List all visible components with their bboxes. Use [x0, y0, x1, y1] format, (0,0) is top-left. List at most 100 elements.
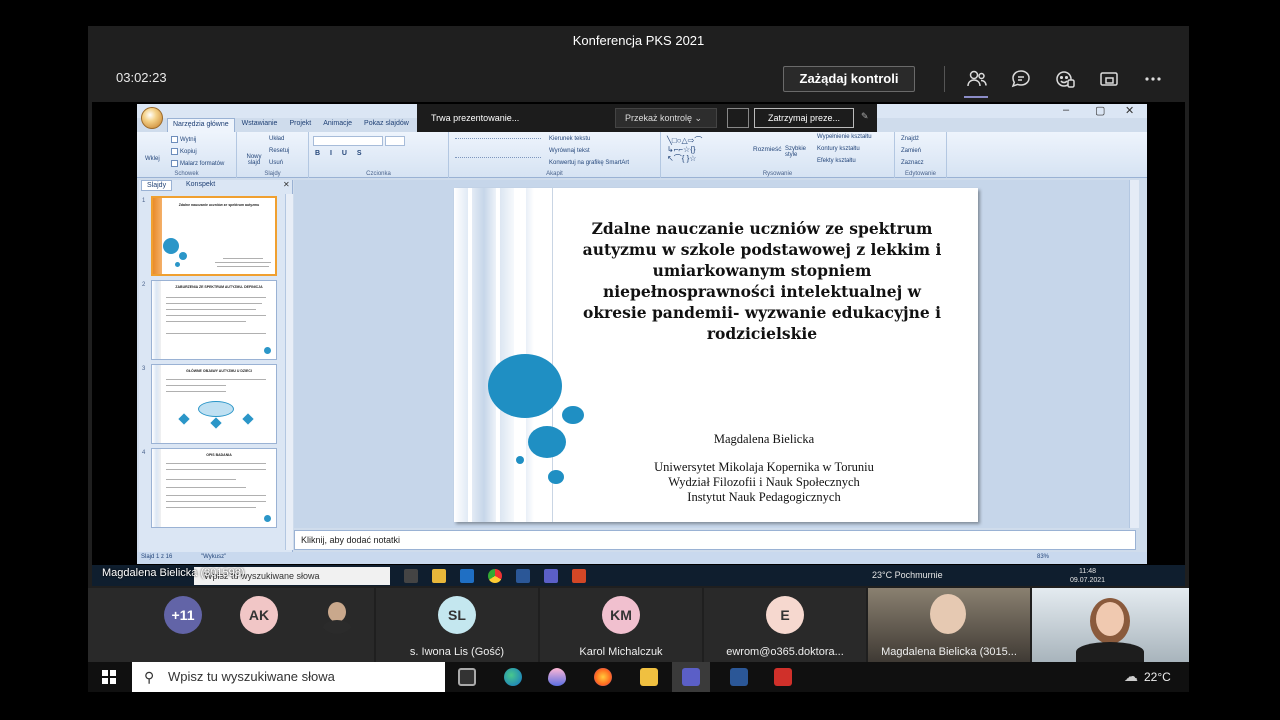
format-painter-button[interactable]: Malarz formatów	[171, 160, 224, 167]
thumb-title: Zdalne nauczanie uczniów ze spektrum aut…	[178, 203, 260, 207]
teams-icon[interactable]	[544, 569, 558, 583]
slide-thumbnail[interactable]: GŁÓWNE OBJAWY AUTYZMU U DZIECI	[151, 364, 277, 444]
arrange-button[interactable]: Rozmieść	[753, 146, 782, 153]
thumb-diagram-arrow	[242, 413, 254, 425]
participant-video-tile[interactable]: Magdalena Bielicka (3015...	[868, 588, 1030, 662]
self-video-tile[interactable]	[1032, 588, 1189, 662]
find-button[interactable]: Znajdź	[901, 136, 919, 142]
tab-insert[interactable]: Wstawianie	[237, 118, 283, 132]
task-view-icon[interactable]	[404, 569, 418, 583]
office-button-icon[interactable]	[141, 107, 163, 129]
text-direction-button[interactable]: Kierunek tekstu	[549, 136, 590, 142]
shape-outline-button[interactable]: Kontury kształtu	[817, 146, 860, 152]
task-view-icon[interactable]	[458, 668, 476, 686]
acrobat-icon[interactable]	[774, 668, 792, 686]
participant-tile[interactable]: KM Karol Michalczuk	[540, 588, 702, 662]
chrome-icon[interactable]	[488, 569, 502, 583]
paragraph-buttons[interactable]	[455, 138, 541, 158]
more-participants-avatar[interactable]: +11	[164, 596, 202, 634]
powerpoint-icon[interactable]	[572, 569, 586, 583]
teams-icon[interactable]	[682, 668, 700, 686]
align-text-button[interactable]: Wyrównaj tekst	[549, 148, 590, 154]
powerpoint-window: – ▢ ✕ Narzędzia główne Wstawianie Projek…	[137, 104, 1147, 564]
tab-design[interactable]: Projekt	[284, 118, 316, 132]
share-tray-icon[interactable]	[1098, 68, 1122, 92]
select-button[interactable]: Zaznacz	[901, 160, 924, 166]
delete-button[interactable]: Usuń	[269, 160, 283, 166]
shapes-gallery[interactable]: ╲□○△⇨⌒ ↳⌐⌐☆{} ↖⌒{ }☆	[667, 136, 743, 164]
thumb-text-line	[166, 303, 262, 304]
mail-icon[interactable]	[460, 569, 474, 583]
group-label-font: Czcionka	[366, 171, 391, 177]
edge-icon[interactable]	[504, 668, 522, 686]
copy-button[interactable]: Kopiuj	[171, 148, 197, 155]
firefox-icon[interactable]	[594, 668, 612, 686]
participant-tile[interactable]: E ewrom@o365.doktora...	[704, 588, 866, 662]
stop-presenting-button[interactable]: Zatrzymaj preze...	[754, 108, 854, 128]
convert-smartart-button[interactable]: Konwertuj na grafikę SmartArt	[549, 160, 629, 166]
minimize-icon[interactable]: –	[1063, 104, 1069, 116]
font-name-field[interactable]	[313, 136, 383, 146]
thumb-text-line	[166, 321, 246, 322]
close-icon[interactable]: ✕	[1125, 104, 1134, 117]
local-search-box[interactable]: Wpisz tu wyszukiwane słowa	[132, 662, 445, 692]
thumb-title: OPIS BADANIA	[206, 453, 232, 457]
zoom-level[interactable]: 83%	[1037, 554, 1049, 560]
people-icon[interactable]	[966, 68, 990, 92]
thumb-stripe	[153, 198, 162, 274]
tab-animations[interactable]: Animacje	[318, 118, 357, 132]
tab-outline[interactable]: Konspekt	[181, 180, 220, 189]
tab-slides[interactable]: Slajdy	[141, 180, 173, 191]
thumb-dot	[175, 262, 180, 267]
shoulders-shape	[322, 620, 352, 634]
font-format-buttons[interactable]: B I U S	[315, 150, 366, 157]
pane-tabs: Slajdy Konspekt ✕	[139, 180, 293, 192]
pin-icon[interactable]: ✎	[861, 111, 869, 122]
paste-button[interactable]: Wklej	[145, 156, 160, 162]
chat-icon[interactable]	[1010, 68, 1034, 92]
thumb-dot	[264, 347, 271, 354]
current-slide[interactable]: Zdalne nauczanie uczniów ze spektrum aut…	[454, 188, 978, 522]
layout-button[interactable]: Układ	[269, 136, 284, 142]
tab-home[interactable]: Narzędzia główne	[167, 118, 235, 132]
thumb-text-line	[166, 379, 266, 380]
avatar-photo[interactable]	[318, 596, 356, 634]
file-explorer-icon[interactable]	[432, 569, 446, 583]
remote-time: 11:48	[1079, 568, 1097, 575]
file-explorer-icon[interactable]	[640, 668, 658, 686]
meeting-title: Konferencja PKS 2021	[572, 33, 705, 48]
pane-scrollbar[interactable]	[285, 194, 293, 550]
new-slide-button[interactable]: Nowy slajd	[243, 154, 265, 166]
tab-slideshow[interactable]: Pokaz slajdów	[359, 118, 414, 132]
request-control-button[interactable]: Zażądaj kontroli	[783, 66, 915, 92]
shape-fill-button[interactable]: Wypełnienie kształtu	[817, 134, 872, 140]
quick-styles-button[interactable]: Szybkie style	[785, 146, 811, 158]
slide-thumbnail[interactable]: Zdalne nauczanie uczniów ze spektrum aut…	[151, 196, 277, 276]
participant-tile[interactable]: SL s. Iwona Lis (Gość)	[376, 588, 538, 662]
give-control-dropdown[interactable]: Przekaż kontrolę ⌄	[615, 108, 717, 128]
replace-button[interactable]: Zamień	[901, 148, 921, 154]
slide-thumbnail[interactable]: ZABURZENIA ZE SPEKTRUM AUTYZMU- DEFINICJ…	[151, 280, 277, 360]
thumb-diagram-ellipse	[198, 401, 234, 417]
word-icon[interactable]	[730, 668, 748, 686]
cut-button[interactable]: Wytnij	[171, 136, 196, 143]
reset-button[interactable]: Resetuj	[269, 148, 289, 154]
decor-circle-medium	[528, 426, 566, 458]
pane-close-icon[interactable]: ✕	[283, 180, 290, 189]
notes-field[interactable]: Kliknij, aby dodać notatki	[294, 530, 1136, 550]
avatar-ak[interactable]: AK	[240, 596, 278, 634]
maximize-icon[interactable]: ▢	[1095, 104, 1105, 117]
shape-effects-button[interactable]: Efekty kształtu	[817, 158, 856, 164]
thumb-text-line	[166, 495, 266, 496]
windows-start-icon[interactable]	[102, 670, 116, 684]
word-icon[interactable]	[516, 569, 530, 583]
slide-scrollbar[interactable]	[1129, 180, 1139, 528]
reactions-icon[interactable]	[1054, 68, 1078, 92]
paint-icon[interactable]	[548, 668, 566, 686]
thumb-text-line	[166, 501, 266, 502]
more-icon[interactable]	[1142, 68, 1166, 92]
slide-thumbnail[interactable]: OPIS BADANIA	[151, 448, 277, 528]
font-size-field[interactable]	[385, 136, 405, 146]
presenter-name-label: Magdalena Bielicka (301598)	[102, 567, 245, 579]
include-audio-icon[interactable]	[727, 108, 749, 128]
